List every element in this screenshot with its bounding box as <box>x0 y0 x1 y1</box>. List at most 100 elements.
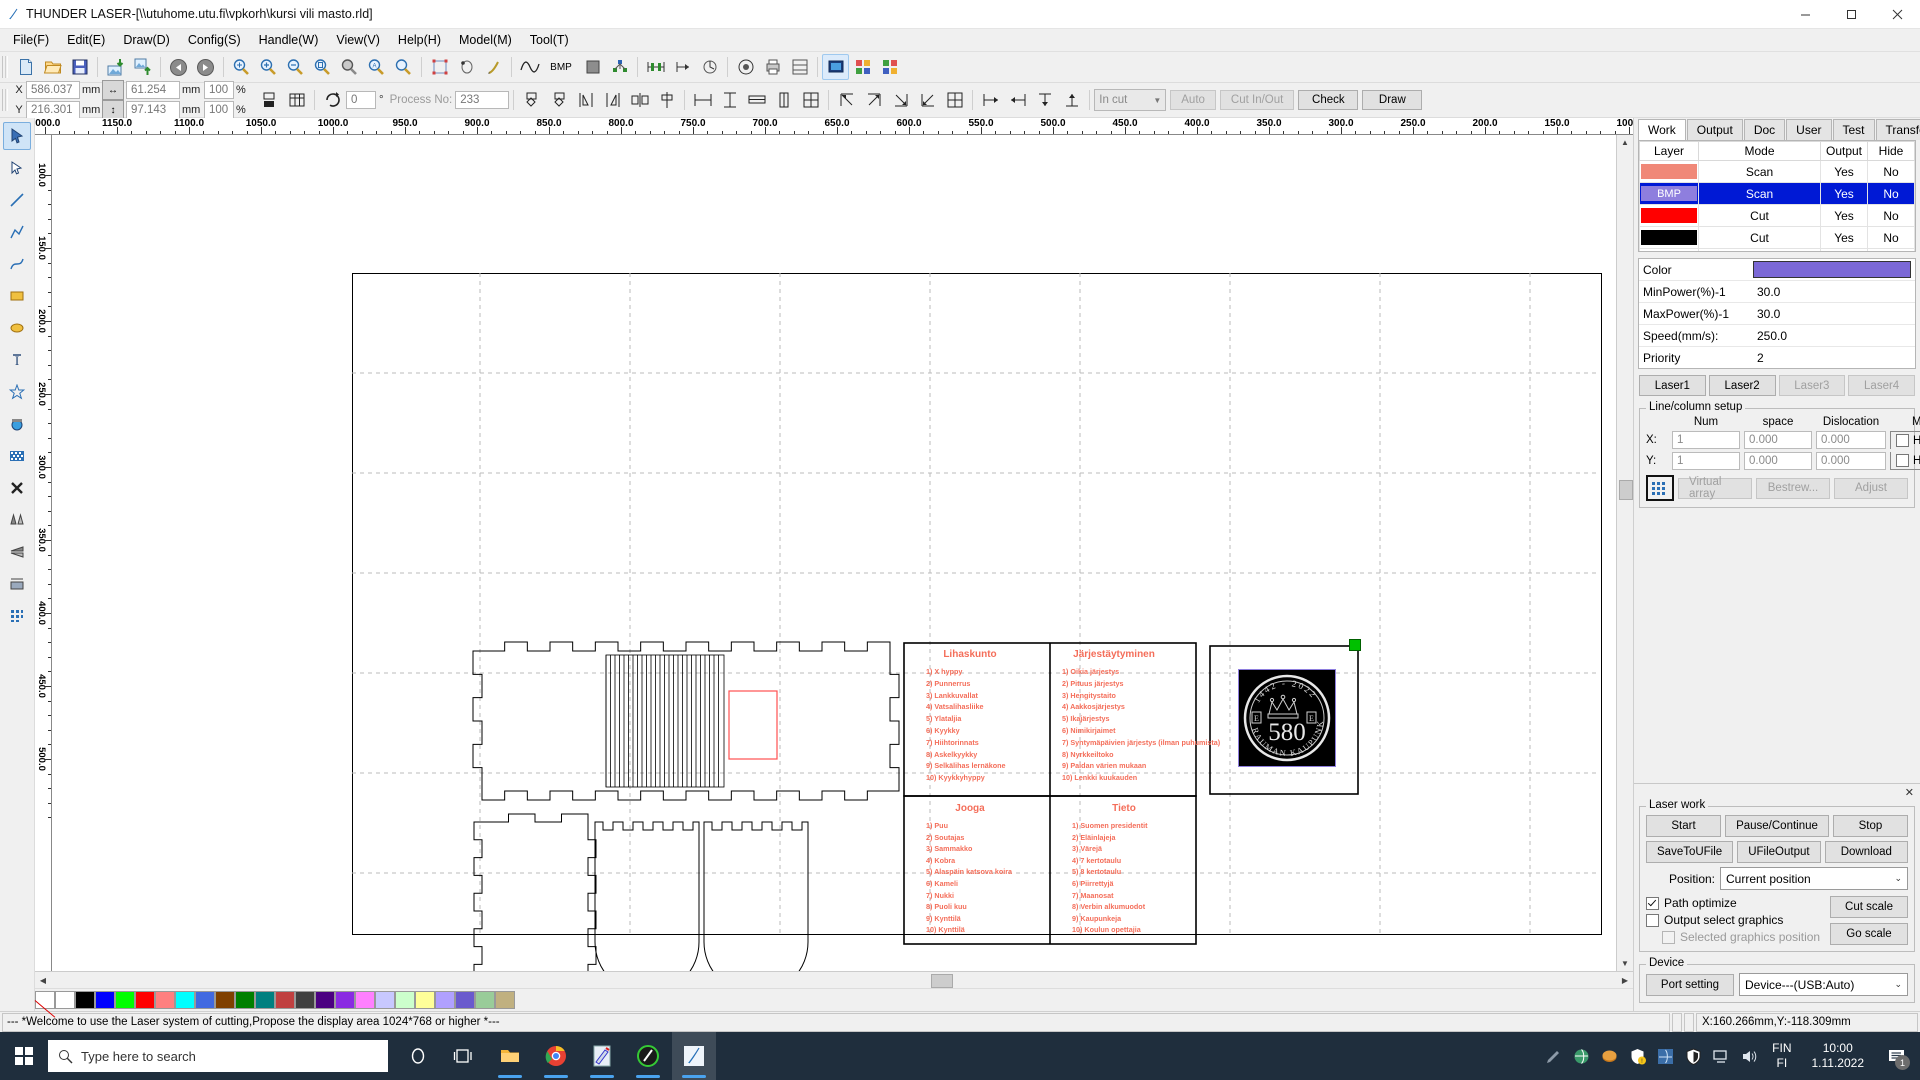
drawing-block-line[interactable]: 4) 7 kertotaulu <box>1072 856 1121 866</box>
palette-swatch[interactable] <box>155 991 175 1009</box>
start-button[interactable] <box>0 1032 48 1080</box>
selected-graphics-position-checkbox[interactable] <box>1662 931 1675 944</box>
tab-user[interactable]: User <box>1786 119 1831 140</box>
zoom-fit-icon[interactable] <box>390 54 417 80</box>
mirror-vertical-icon[interactable] <box>599 87 626 113</box>
x-mirror-h-checkbox[interactable] <box>1896 434 1909 447</box>
array-tool-icon[interactable] <box>3 602 31 630</box>
flip-horizontal-icon[interactable] <box>626 87 653 113</box>
cut-shape-arch-right[interactable] <box>704 822 808 971</box>
drawing-block-line[interactable]: 2) Punnerrus <box>926 679 970 689</box>
palette-swatch[interactable] <box>335 991 355 1009</box>
palette-swatch[interactable] <box>235 991 255 1009</box>
layer-mode-cell[interactable]: Cut <box>1699 227 1821 249</box>
device-select[interactable]: Device---(USB:Auto) ⌄ <box>1739 973 1908 996</box>
menu-item-help[interactable]: Help(H) <box>389 31 450 49</box>
menu-item-edit[interactable]: Edit(E) <box>58 31 114 49</box>
palette-swatch[interactable] <box>95 991 115 1009</box>
drawing-block-title[interactable]: Lihaskunto <box>943 649 996 660</box>
globe-tray-icon[interactable] <box>1572 1047 1590 1065</box>
rectangle-tool-icon[interactable] <box>3 282 31 310</box>
mirror-horizontal-icon[interactable] <box>572 87 599 113</box>
drawing-block-line[interactable]: 4) Aakkosjärjestys <box>1062 702 1125 712</box>
drawing-block-line[interactable]: 7) Hiihtorinnats <box>926 738 979 748</box>
menu-item-model[interactable]: Model(M) <box>450 31 521 49</box>
rotation-angle-input[interactable]: 0 <box>346 91 376 109</box>
palette-swatch[interactable] <box>255 991 275 1009</box>
undo-icon[interactable] <box>165 54 192 80</box>
path-optimize-icon[interactable] <box>606 54 633 80</box>
green-app-icon[interactable] <box>626 1032 670 1080</box>
align-center-icon[interactable] <box>941 87 968 113</box>
stop-button[interactable]: Stop <box>1833 815 1908 837</box>
layer-mode-cell[interactable]: Cut <box>1699 205 1821 227</box>
tab-transform[interactable]: Transform <box>1876 119 1920 140</box>
bmp-icon[interactable]: BMP <box>543 54 579 80</box>
palette-swatch[interactable] <box>395 991 415 1009</box>
palette-swatch[interactable] <box>355 991 375 1009</box>
process-no-input[interactable]: 233 <box>455 91 509 109</box>
chrome-icon[interactable] <box>534 1032 578 1080</box>
new-file-icon[interactable] <box>12 54 39 80</box>
toolbar-grip-2[interactable] <box>2 89 10 111</box>
layer-hide-cell[interactable]: No <box>1868 183 1915 205</box>
tab-test[interactable]: Test <box>1833 119 1875 140</box>
palette-swatch[interactable] <box>455 991 475 1009</box>
polyline-tool-icon[interactable] <box>3 218 31 246</box>
scale-x-input[interactable]: 100 <box>204 81 234 99</box>
star-tool-icon[interactable] <box>3 378 31 406</box>
node-tool-icon[interactable] <box>3 154 31 182</box>
drawing-block-title[interactable]: Jooga <box>955 803 984 814</box>
close-button[interactable] <box>1874 0 1920 28</box>
selected-red-rect[interactable] <box>729 691 777 759</box>
grid-align-icon[interactable] <box>797 87 824 113</box>
drawing-block-line[interactable]: 6) Kameli <box>926 879 958 889</box>
palette-swatch[interactable] <box>215 991 235 1009</box>
cut-mode-select[interactable]: In cut ▼ <box>1094 89 1166 111</box>
simulate-icon[interactable] <box>822 54 849 80</box>
cut-in-out-button[interactable]: Cut In/Out <box>1220 90 1294 110</box>
align-bottom-left-icon[interactable] <box>914 87 941 113</box>
scale-y-input[interactable]: 100 <box>204 101 234 119</box>
drawing-block-line[interactable]: 5) Ylataljia <box>926 714 961 724</box>
disc-tray-icon[interactable] <box>1600 1047 1618 1065</box>
layer-mode-cell[interactable]: Scan <box>1699 183 1821 205</box>
menu-item-draw[interactable]: Draw(D) <box>114 31 179 49</box>
drawing-block-line[interactable]: 8) Puoli kuu <box>926 902 967 912</box>
node-edit-icon[interactable] <box>453 54 480 80</box>
volume-icon[interactable] <box>1740 1047 1758 1065</box>
palette-swatch[interactable] <box>75 991 95 1009</box>
drawing-block-line[interactable]: 2) Soutajas <box>926 833 964 843</box>
line-tool-icon[interactable] <box>3 186 31 214</box>
size-left-icon[interactable] <box>977 87 1004 113</box>
task-view-icon[interactable] <box>442 1032 486 1080</box>
save-to-ufile-button[interactable]: SaveToUFile <box>1646 841 1733 863</box>
drawing-block-line[interactable]: 7) Nukki <box>926 891 954 901</box>
drawing-block-line[interactable]: 1) X hyppy <box>926 667 962 677</box>
settings-grid-icon[interactable] <box>786 54 813 80</box>
flip-vertical-icon[interactable] <box>653 87 680 113</box>
menu-item-view[interactable]: View(V) <box>327 31 389 49</box>
palette-swatch[interactable] <box>175 991 195 1009</box>
bitmap-seal-object[interactable]: 1442 - 2022 RAUMAN KAUPUNKI <box>1238 669 1336 767</box>
port-setting-button[interactable]: Port setting <box>1646 974 1734 996</box>
network-map-icon[interactable] <box>1656 1047 1674 1065</box>
fill-icon[interactable] <box>579 54 606 80</box>
drawing-block-line[interactable]: 10) Lenkki kuukauden <box>1062 773 1137 783</box>
x-space-input[interactable]: 0.000 <box>1744 431 1812 449</box>
palette-swatch[interactable] <box>435 991 455 1009</box>
drawing-block-line[interactable]: 10) Kyykkyhyppy <box>926 773 985 783</box>
redo-icon[interactable] <box>192 54 219 80</box>
drawing-block-line[interactable]: 6) Nimikirjaimet <box>1062 726 1116 736</box>
y-num-input[interactable]: 1 <box>1672 452 1740 470</box>
drawing-block-line[interactable]: 10) Koulun opettajia <box>1072 925 1141 935</box>
export-icon[interactable] <box>129 54 156 80</box>
drawing-block-line[interactable]: 2) Eläinlajeja <box>1072 833 1116 843</box>
scroll-left-button[interactable]: ◀ <box>35 973 51 988</box>
drawing-block-line[interactable]: 1) Suomen presidentit <box>1072 821 1147 831</box>
layer-hide-cell[interactable]: No <box>1868 161 1915 183</box>
tab-doc[interactable]: Doc <box>1744 119 1785 140</box>
x-dislocation-input[interactable]: 0.000 <box>1816 431 1886 449</box>
bitmap-tool-icon[interactable] <box>3 442 31 470</box>
ufile-output-button[interactable]: UFileOutput <box>1737 841 1820 863</box>
